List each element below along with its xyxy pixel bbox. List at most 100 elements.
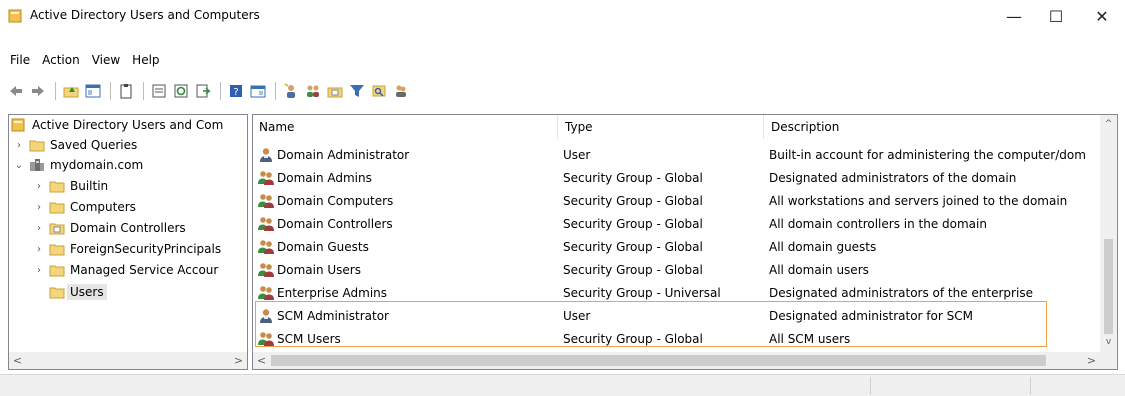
toolbar-separator [143, 82, 144, 100]
tree-item-saved-queries[interactable]: › Saved Queries [13, 136, 137, 154]
menu-help[interactable]: Help [126, 53, 165, 67]
console-tree[interactable]: Active Directory Users and Com › Saved Q… [8, 114, 248, 370]
list-item[interactable]: Domain Guests Security Group - Global All … [253, 235, 1103, 258]
scrollbar-thumb[interactable] [271, 355, 1046, 366]
cell-name: Domain Administrator [257, 143, 557, 166]
scrollbar-corner [1100, 352, 1117, 369]
list-item[interactable]: Domain Administrator User Built-in account… [253, 143, 1103, 166]
cell-name: Domain Admins [257, 166, 557, 189]
column-divider[interactable] [763, 115, 764, 139]
tree-root[interactable]: Active Directory Users and Com [11, 116, 223, 134]
list-item[interactable]: SCM Administrator User Designated administ… [253, 304, 1103, 327]
tree-item-label: Domain Controllers [70, 221, 186, 235]
tree-item-builtin[interactable]: › Builtin [33, 177, 108, 195]
group-icon [257, 193, 275, 209]
tree-item-managed-service-accounts[interactable]: › Managed Service Accour [33, 261, 218, 279]
cell-name: Domain Computers [257, 189, 557, 212]
menu-action[interactable]: Action [36, 53, 86, 67]
back-arrow-icon[interactable] [6, 81, 26, 101]
folder-icon [49, 244, 65, 256]
refresh-icon[interactable] [171, 81, 191, 101]
tree-horizontal-scrollbar[interactable]: < > [9, 352, 247, 369]
group-icon [257, 170, 275, 186]
cell-description: Designated administrator for SCM [769, 308, 973, 323]
title-bar[interactable]: Active Directory Users and Computers — ☐… [0, 0, 1125, 32]
properties-icon[interactable] [149, 81, 169, 101]
collapse-chevron-icon[interactable]: ⌄ [13, 160, 25, 171]
expand-chevron-icon[interactable]: › [33, 223, 45, 234]
cell-description: All domain users [769, 262, 869, 277]
show-hide-console-tree-icon[interactable] [83, 81, 103, 101]
list-horizontal-scrollbar[interactable]: < > [253, 352, 1100, 369]
scrollbar-thumb[interactable] [1104, 239, 1113, 334]
expand-chevron-icon[interactable]: › [13, 140, 25, 151]
up-folder-icon[interactable] [61, 81, 81, 101]
console-tree-icon[interactable] [248, 81, 268, 101]
column-header-type[interactable]: Type [559, 115, 763, 139]
new-ou-icon[interactable] [325, 81, 345, 101]
menu-view[interactable]: View [86, 53, 126, 67]
list-item[interactable]: Domain Computers Security Group - Global A… [253, 189, 1103, 212]
filter-icon[interactable] [347, 81, 367, 101]
help-icon[interactable]: ? [226, 81, 246, 101]
find-icon[interactable] [369, 81, 389, 101]
folder-icon [49, 265, 65, 277]
app-icon [8, 9, 22, 23]
status-bar [0, 374, 1125, 396]
list-item[interactable]: Domain Users Security Group - Global All d… [253, 258, 1103, 281]
list-item[interactable]: Enterprise Admins Security Group - Univer… [253, 281, 1103, 304]
new-user-icon[interactable] [281, 81, 301, 101]
column-divider[interactable] [557, 115, 558, 139]
add-to-group-icon[interactable] [391, 81, 411, 101]
details-list[interactable]: Name Type Description Domain Administrat… [252, 114, 1118, 370]
ou-icon [49, 223, 65, 235]
scroll-right-icon[interactable]: > [1083, 352, 1100, 369]
cell-description: All SCM users [769, 331, 851, 346]
cell-type: Security Group - Universal [563, 285, 721, 300]
snapin-icon [11, 118, 25, 132]
list-vertical-scrollbar[interactable]: ^ v [1100, 115, 1117, 352]
expand-chevron-icon[interactable]: › [33, 244, 45, 255]
tree-item-users[interactable]: Users [33, 283, 107, 301]
window-title: Active Directory Users and Computers [30, 8, 260, 22]
forward-arrow-icon[interactable] [28, 81, 48, 101]
scrollbar-track [27, 355, 197, 366]
list-item[interactable]: SCM Users Security Group - Global All SCM … [253, 327, 1103, 350]
expand-chevron-icon[interactable]: › [33, 202, 45, 213]
toolbar-separator [220, 82, 221, 100]
scroll-down-icon[interactable]: v [1100, 333, 1117, 350]
clipboard-icon[interactable] [116, 81, 136, 101]
new-group-icon[interactable] [303, 81, 323, 101]
cell-type: Security Group - Global [563, 193, 703, 208]
close-button[interactable]: ✕ [1079, 0, 1125, 32]
toolbar-separator [275, 82, 276, 100]
cell-name-text: SCM Administrator [277, 308, 389, 323]
scroll-up-icon[interactable]: ^ [1100, 115, 1117, 132]
scroll-left-icon[interactable]: < [253, 352, 270, 369]
folder-icon [49, 287, 65, 299]
scroll-right-icon[interactable]: > [230, 352, 247, 369]
cell-type: Security Group - Global [563, 170, 703, 185]
expand-chevron-icon[interactable]: › [33, 181, 45, 192]
tree-item-computers[interactable]: › Computers [33, 198, 136, 216]
cell-name: Enterprise Admins [257, 281, 557, 304]
tree-item-label: mydomain.com [50, 158, 144, 172]
tree-item-domain-controllers[interactable]: › Domain Controllers [33, 219, 186, 237]
list-item[interactable]: Domain Controllers Security Group - Globa… [253, 212, 1103, 235]
tree-item-domain[interactable]: ⌄ mydomain.com [13, 156, 143, 174]
minimize-button[interactable]: — [991, 0, 1037, 32]
cell-description: All domain controllers in the domain [769, 216, 987, 231]
tree-item-label: Computers [70, 200, 136, 214]
expand-chevron-icon[interactable]: › [33, 265, 45, 276]
tree-item-foreign-security-principals[interactable]: › ForeignSecurityPrincipals [33, 240, 221, 258]
maximize-button[interactable]: ☐ [1033, 0, 1079, 32]
scroll-left-icon[interactable]: < [9, 352, 26, 369]
column-header-description[interactable]: Description [765, 115, 1095, 139]
export-list-icon[interactable] [193, 81, 213, 101]
cell-type: Security Group - Global [563, 262, 703, 277]
cell-name-text: Domain Guests [277, 239, 369, 254]
menu-file[interactable]: File [4, 53, 36, 67]
cell-name: SCM Users [257, 327, 557, 350]
column-header-name[interactable]: Name [253, 115, 557, 139]
list-item[interactable]: Domain Admins Security Group - Global Desi… [253, 166, 1103, 189]
